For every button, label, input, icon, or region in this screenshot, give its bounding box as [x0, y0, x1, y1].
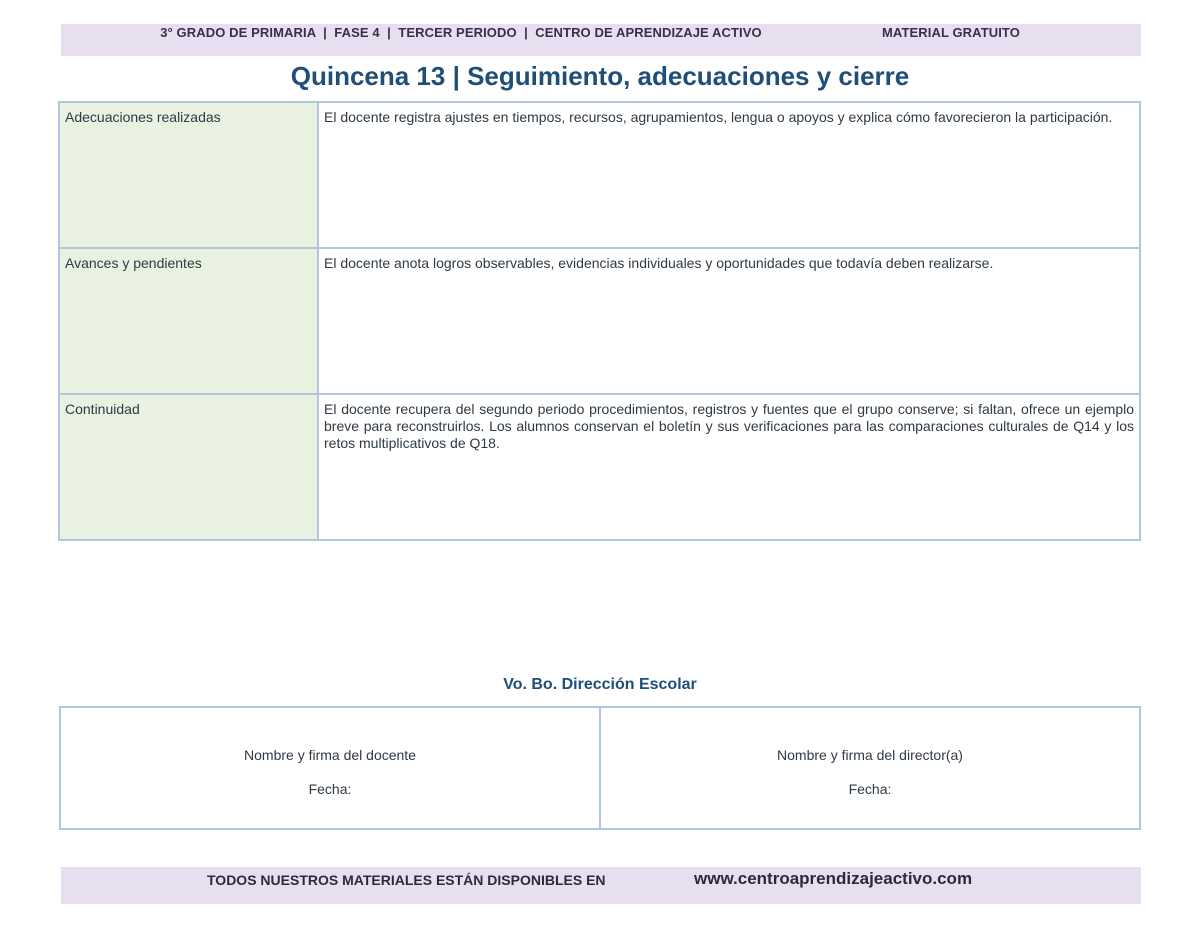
footer-url-link[interactable]: www.centroaprendizajeactivo.com	[694, 869, 972, 889]
row-content-adecuaciones: El docente registra ajustes en tiempos, …	[317, 101, 1141, 249]
header-info: 3° GRADO DE PRIMARIA | FASE 4 | TERCER P…	[160, 25, 762, 40]
page-title: Quincena 13 | Seguimiento, adecuaciones …	[290, 61, 910, 91]
director-signature-label: Nombre y firma del director(a)	[777, 747, 963, 763]
footer-text: TODOS NUESTROS MATERIALES ESTÁN DISPONIB…	[207, 872, 606, 888]
footer-band: TODOS NUESTROS MATERIALES ESTÁN DISPONIB…	[61, 867, 1141, 904]
director-signature-cell: Nombre y firma del director(a) Fecha:	[599, 706, 1141, 830]
row-label-adecuaciones: Adecuaciones realizadas	[58, 101, 319, 249]
table-row: Avances y pendientes El docente anota lo…	[58, 247, 1141, 395]
row-content-avances: El docente anota logros observables, evi…	[317, 247, 1141, 395]
approval-title: Vo. Bo. Dirección Escolar	[503, 676, 697, 693]
table-row: Continuidad El docente recupera del segu…	[58, 393, 1141, 541]
teacher-signature-cell: Nombre y firma del docente Fecha:	[59, 706, 601, 830]
free-material-label: MATERIAL GRATUITO	[882, 25, 1020, 40]
teacher-signature-label: Nombre y firma del docente	[244, 747, 416, 763]
header-band: 3° GRADO DE PRIMARIA | FASE 4 | TERCER P…	[61, 24, 1141, 56]
row-label-continuidad: Continuidad	[58, 393, 319, 541]
row-label-avances: Avances y pendientes	[58, 247, 319, 395]
teacher-date-label: Fecha:	[308, 781, 352, 797]
tracking-table: Adecuaciones realizadas El docente regis…	[58, 101, 1141, 541]
director-date-label: Fecha:	[848, 781, 892, 797]
table-row: Adecuaciones realizadas El docente regis…	[58, 101, 1141, 249]
signature-table: Nombre y firma del docente Fecha: Nombre…	[59, 706, 1141, 830]
row-content-continuidad: El docente recupera del segundo periodo …	[317, 393, 1141, 541]
